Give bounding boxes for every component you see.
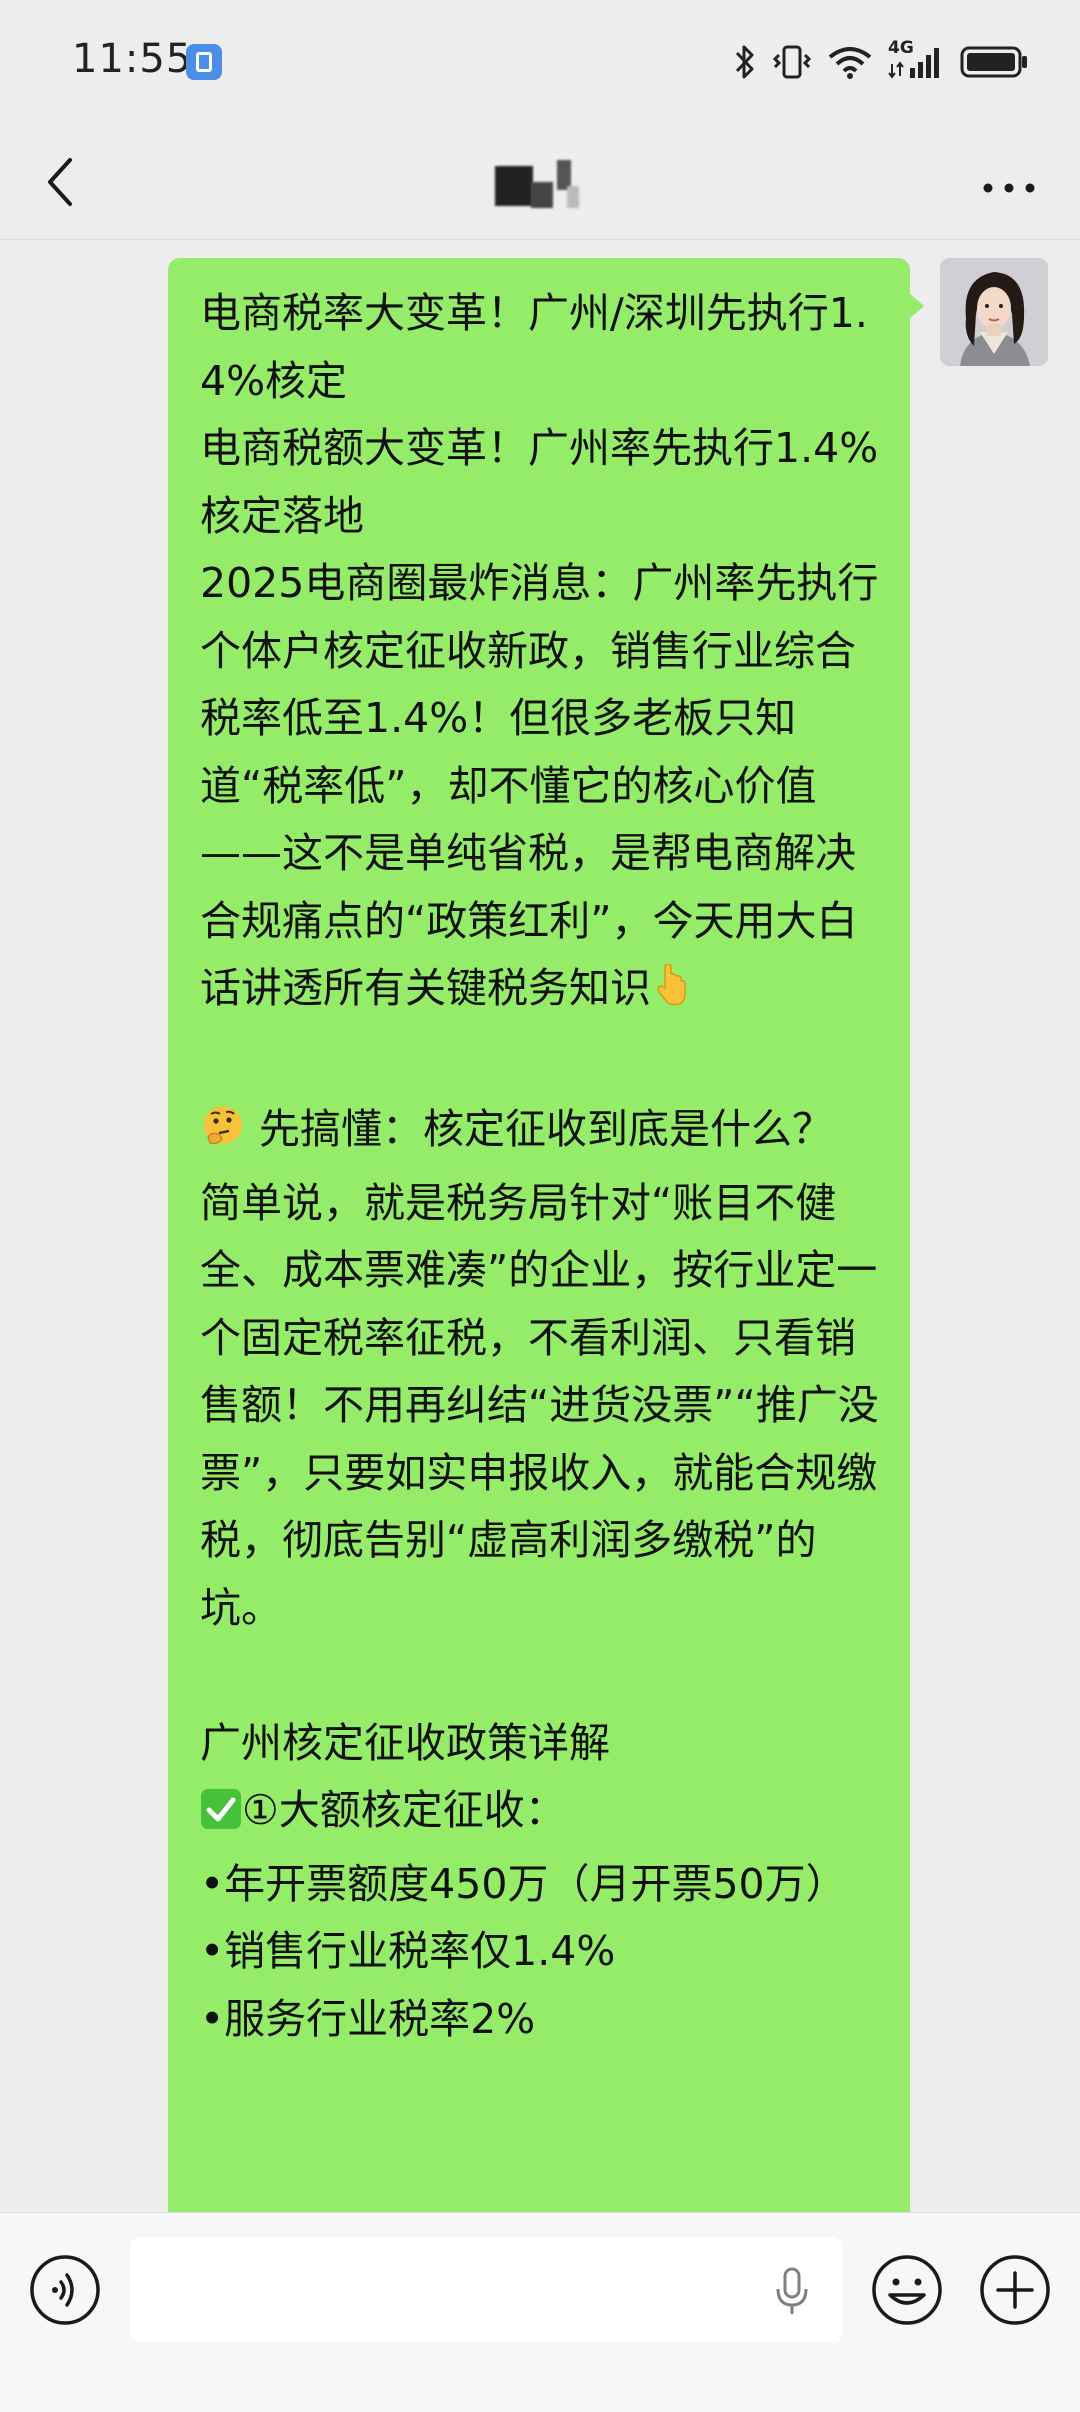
chat-title-redacted bbox=[495, 156, 585, 208]
wifi-icon bbox=[828, 47, 872, 79]
app-notification-icon bbox=[186, 44, 222, 80]
emoji-icon bbox=[872, 2255, 942, 2325]
more-dots-icon bbox=[983, 183, 1035, 193]
plus-icon bbox=[980, 2255, 1050, 2325]
message-bubble[interactable]: 电商税率大变革！广州/深圳先执行1.4%核定 电商税额大变革！广州率先执行1.4… bbox=[168, 258, 910, 2212]
message-text-part-3: 先搞懂：核定征收到底是什么？ 简单说，就是税务局针对“账目不健全、成本票难凑”的… bbox=[200, 1105, 879, 1767]
back-button[interactable] bbox=[38, 148, 108, 218]
bubble-tail bbox=[908, 292, 924, 320]
microphone-icon[interactable] bbox=[772, 2267, 812, 2317]
cellular-signal-icon: 4G bbox=[888, 38, 944, 82]
emoji-button[interactable] bbox=[870, 2253, 944, 2327]
bluetooth-icon bbox=[735, 45, 754, 79]
thinking-face-emoji bbox=[200, 1102, 246, 1170]
chat-area[interactable]: 电商税率大变革！广州/深圳先执行1.4%核定 电商税额大变革！广州率先执行1.4… bbox=[0, 240, 1080, 2212]
voice-button[interactable] bbox=[28, 2253, 102, 2327]
status-icons: 4G bbox=[734, 38, 1030, 86]
message-text-part-1: 电商税率大变革！广州/深圳先执行1.4%核定 电商税额大变革！广州率先执行1.4… bbox=[200, 289, 879, 1012]
pointing-down-emoji bbox=[651, 961, 691, 1029]
battery-icon bbox=[960, 46, 1027, 78]
check-mark-emoji bbox=[200, 1783, 242, 1851]
message-text-part-4: ①大额核定征收： •年开票额度450万（月开票50万） •销售行业税率仅1.4%… bbox=[200, 1786, 847, 2043]
message-text: 电商税率大变革！广州/深圳先执行1.4%核定 电商税额大变革！广州率先执行1.4… bbox=[200, 280, 890, 2053]
voice-icon bbox=[30, 2255, 100, 2325]
plus-button[interactable] bbox=[978, 2253, 1052, 2327]
message-input[interactable] bbox=[130, 2237, 842, 2343]
more-button[interactable] bbox=[974, 162, 1044, 212]
chevron-left-icon bbox=[48, 158, 72, 206]
vibrate-icon bbox=[772, 45, 812, 79]
status-bar: 11:55 4G bbox=[0, 0, 1080, 126]
status-time: 11:55 bbox=[72, 36, 193, 82]
avatar[interactable] bbox=[940, 258, 1048, 366]
nav-bar bbox=[0, 126, 1080, 240]
input-bar bbox=[0, 2212, 1080, 2412]
